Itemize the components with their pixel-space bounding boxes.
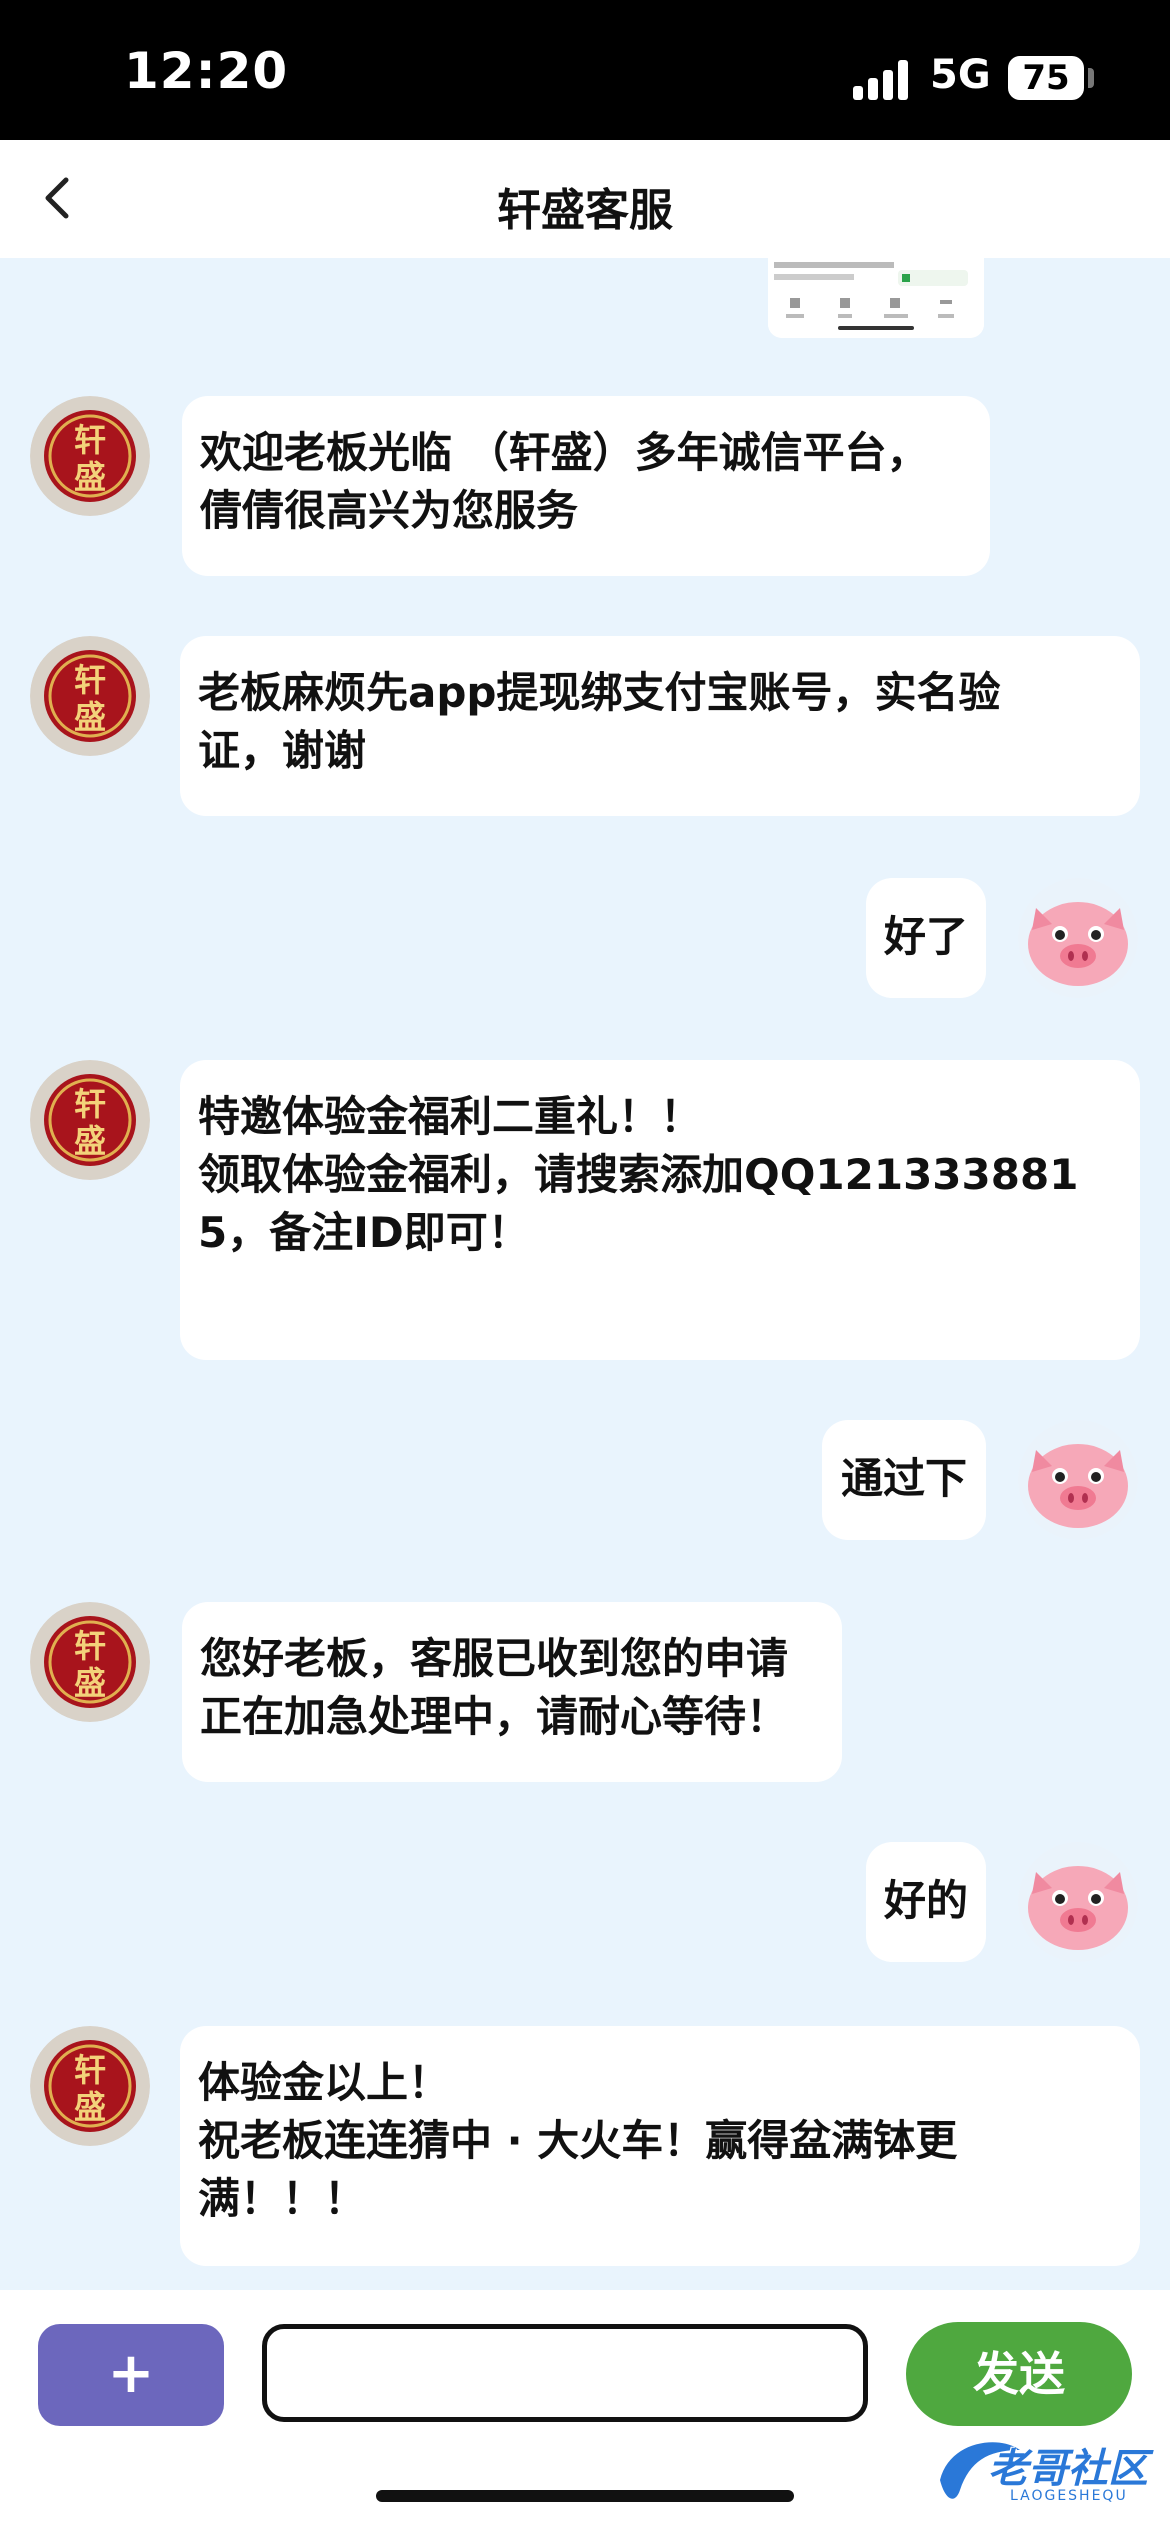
image-message-thumbnail[interactable] [768, 258, 984, 338]
pig-avatar-icon [1018, 1420, 1138, 1540]
agent-avatar[interactable]: 轩 盛 [30, 636, 150, 756]
svg-text:轩: 轩 [74, 1085, 106, 1123]
message-bubble-user: 通过下 [822, 1420, 986, 1540]
message-input[interactable] [262, 2324, 868, 2422]
message-bubble-agent: 欢迎老板光临 （轩盛）多年诚信平台， 倩倩很高兴为您服务 [182, 396, 990, 576]
agent-avatar-icon: 轩 盛 [30, 1602, 150, 1722]
message-bubble-user: 好的 [866, 1842, 986, 1962]
agent-avatar[interactable]: 轩 盛 [30, 396, 150, 516]
svg-text:盛: 盛 [74, 458, 106, 496]
watermark-text: 老哥社区 [988, 2446, 1148, 2492]
agent-avatar[interactable]: 轩 盛 [30, 1602, 150, 1722]
pig-avatar-icon [1018, 878, 1138, 998]
user-avatar[interactable] [1018, 878, 1138, 998]
watermark: 老哥社区 LAOGESHEQU [930, 2430, 1160, 2520]
signal-icon [853, 60, 909, 100]
svg-text:盛: 盛 [74, 1664, 106, 1702]
battery-tip [1088, 68, 1094, 88]
agent-avatar-icon: 轩 盛 [30, 1060, 150, 1180]
message-bubble-agent: 体验金以上！ 祝老板连连猜中 · 大火车！赢得盆满钵更 满！！！ [180, 2026, 1140, 2266]
agent-avatar-icon: 轩 盛 [30, 396, 150, 516]
agent-avatar[interactable]: 轩 盛 [30, 2026, 150, 2146]
status-time: 12:20 [124, 42, 289, 100]
battery-icon: 75 [1008, 56, 1084, 100]
svg-text:盛: 盛 [74, 1122, 106, 1160]
svg-text:盛: 盛 [74, 2088, 106, 2126]
message-bubble-agent: 您好老板，客服已收到您的申请 正在加急处理中，请耐心等待！ [182, 1602, 842, 1782]
message-bubble-agent: 特邀体验金福利二重礼！！ 领取体验金福利，请搜索添加QQ121333881 5，… [180, 1060, 1140, 1360]
message-bubble-user: 好了 [866, 878, 986, 998]
send-button[interactable]: 发送 [906, 2322, 1132, 2426]
agent-avatar-icon: 轩 盛 [30, 636, 150, 756]
home-indicator[interactable] [376, 2490, 794, 2502]
network-type: 5G [930, 52, 991, 98]
svg-text:轩: 轩 [74, 2051, 106, 2089]
pig-avatar-icon [1018, 1842, 1138, 1962]
user-avatar[interactable] [1018, 1842, 1138, 1962]
agent-avatar[interactable]: 轩 盛 [30, 1060, 150, 1180]
nav-bar: 轩盛客服 [0, 140, 1170, 258]
svg-text:轩: 轩 [74, 1627, 106, 1665]
svg-text:轩: 轩 [74, 661, 106, 699]
message-bubble-agent: 老板麻烦先app提现绑支付宝账号，实名验 证，谢谢 [180, 636, 1140, 816]
svg-text:轩: 轩 [74, 421, 106, 459]
page-title: 轩盛客服 [497, 185, 673, 236]
user-avatar[interactable] [1018, 1420, 1138, 1540]
svg-text:盛: 盛 [74, 698, 106, 736]
status-bar: 12:20 5G 75 [0, 0, 1170, 140]
watermark-subtext: LAOGESHEQU [1010, 2488, 1128, 2504]
add-attachment-button[interactable]: + [38, 2324, 224, 2426]
image-message-content-icon [768, 258, 984, 338]
agent-avatar-icon: 轩 盛 [30, 2026, 150, 2146]
